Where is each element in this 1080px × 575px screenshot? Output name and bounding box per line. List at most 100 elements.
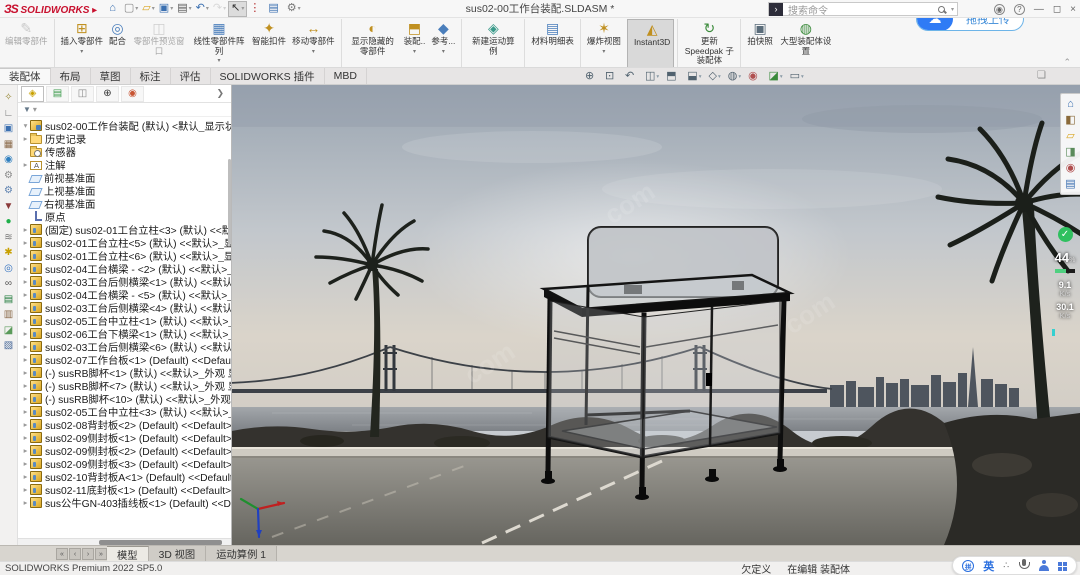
tree-row[interactable]: ▸ sus02-01工台立柱<6> (默认) <<默认>_显示	[18, 249, 231, 262]
expand-arrow-icon[interactable]: ▸	[21, 355, 30, 364]
study-tab[interactable]: 3D 视图	[149, 546, 207, 561]
headsup-tool[interactable]: ⬓ ▾	[687, 71, 701, 82]
ribbon-button[interactable]: ◆ 参考... ▾	[428, 19, 458, 67]
expand-arrow-icon[interactable]: ▸	[21, 251, 30, 260]
expand-arrow-icon[interactable]: ▸	[21, 238, 30, 247]
quick-access-button[interactable]: ⌂ ▾	[107, 1, 122, 17]
quick-access-button[interactable]: ⚙ ▾	[285, 1, 303, 17]
ribbon-button[interactable]: ◐ 显示隐藏的零部件 ▾	[341, 19, 401, 67]
left-strip-icon[interactable]: ▣	[4, 123, 13, 134]
left-strip-icon[interactable]: ✧	[4, 92, 12, 103]
tree-horizontal-scrollbar[interactable]	[18, 538, 231, 545]
expand-arrow-icon[interactable]: ▸	[21, 368, 30, 377]
featuremanager-tab[interactable]: ⊕	[96, 86, 119, 102]
left-strip-icon[interactable]: ◎	[4, 263, 13, 274]
left-strip-icon[interactable]: ∟	[4, 108, 14, 119]
headsup-tool[interactable]: ↶ ▾	[625, 71, 638, 82]
headsup-tool[interactable]: ◉ ▾	[748, 71, 761, 82]
expand-arrow-icon[interactable]: ▸	[21, 433, 30, 442]
tree-root-row[interactable]: ▾ sus02-00工作台装配 (默认) <默认_显示状态-1>	[18, 119, 231, 132]
ribbon-button[interactable]: ◈ 新建运动算例 ▾	[461, 19, 521, 67]
quick-access-button[interactable]: ↖ ▾	[228, 1, 247, 17]
command-tab[interactable]: 布局	[51, 68, 91, 84]
close-button[interactable]: ×	[1070, 4, 1076, 15]
command-tab[interactable]: SOLIDWORKS 插件	[211, 68, 325, 84]
expand-arrow-icon[interactable]: ▸	[21, 303, 30, 312]
tree-row[interactable]: ▸ sus02-04工台横梁 - <5> (默认) <<默认>_显示	[18, 288, 231, 301]
left-strip-icon[interactable]: ▦	[4, 139, 13, 150]
tree-row[interactable]: ▸ sus02-10背封板A<1> (Default) <<Default>	[18, 470, 231, 483]
ribbon-button[interactable]: ▤ 材料明细表 ▾	[524, 19, 577, 67]
grid-keyboard-icon[interactable]	[1058, 562, 1062, 566]
quick-access-button[interactable]: ▢ ▾	[122, 1, 140, 17]
expand-arrow-icon[interactable]: ▸	[21, 290, 30, 299]
featuremanager-tab[interactable]: ◫	[71, 86, 94, 102]
left-strip-icon[interactable]: ▧	[4, 340, 13, 351]
expand-arrow-icon[interactable]: ▾	[21, 121, 30, 130]
tree-row[interactable]: ▸ sus02-04工台横梁 - <2> (默认) <<默认>_显示	[18, 262, 231, 275]
tree-row[interactable]: ▸ sus02-03工台后侧横梁<6> (默认) <<默认>_显	[18, 340, 231, 353]
left-strip-icon[interactable]: ▤	[4, 294, 13, 305]
left-strip-icon[interactable]: ●	[5, 216, 11, 227]
tree-row[interactable]: ▸ (-) susRB脚杯<1> (默认) <<默认>_外观 显示	[18, 366, 231, 379]
ribbon-button[interactable]: ↔ 移动零部件 ▾	[289, 19, 338, 67]
minimize-button[interactable]: —	[1034, 4, 1044, 15]
command-tab[interactable]: 评估	[171, 68, 211, 84]
tree-row[interactable]: ▸ 传感器	[18, 145, 231, 158]
panel-overflow-chevron[interactable]: ❯	[216, 88, 228, 99]
study-tab[interactable]: 模型	[107, 546, 149, 561]
headsup-tool[interactable]: ◇ ▾	[708, 71, 720, 82]
expand-arrow-icon[interactable]: ▸	[21, 225, 30, 234]
expand-arrow-icon[interactable]: ▸	[21, 316, 30, 325]
expand-arrow-icon[interactable]: ▸	[21, 277, 30, 286]
tree-row[interactable]: ▸ sus02-11底封板<1> (Default) <<Default>_F	[18, 483, 231, 496]
left-strip-icon[interactable]: ▥	[4, 309, 13, 320]
tree-row[interactable]: ▸ 原点	[18, 210, 231, 223]
tree-row[interactable]: ▸ sus公牛GN-403插线板<1> (Default) <<Defa	[18, 496, 231, 509]
headsup-tool[interactable]: ⊡ ▾	[605, 71, 618, 82]
ribbon-button[interactable]: ▦ 线性零部件阵列 ▾	[189, 19, 249, 67]
headsup-tool[interactable]: ⊕ ▾	[585, 71, 598, 82]
viewport-scene[interactable]: com com com	[232, 85, 1080, 545]
quick-access-button[interactable]: ▤ ▾	[175, 1, 193, 17]
expand-arrow-icon[interactable]: ▸	[21, 446, 30, 455]
tree-vertical-scrollbar[interactable]	[228, 159, 231, 244]
first-tab-button[interactable]: «	[56, 548, 68, 560]
expand-arrow-icon[interactable]: ▸	[21, 160, 30, 169]
tree-row[interactable]: ▸ sus02-01工台立柱<5> (默认) <<默认>_显示	[18, 236, 231, 249]
quick-access-button[interactable]: ▤ ▾	[266, 1, 284, 17]
command-tab[interactable]: 装配体	[0, 68, 51, 84]
expand-arrow-icon[interactable]: ▸	[21, 381, 30, 390]
expand-arrow-icon[interactable]: ▸	[21, 485, 30, 494]
tree-row[interactable]: ▸ (-) susRB脚杯<10> (默认) <<默认>_外观 显示	[18, 392, 231, 405]
next-tab-button[interactable]: ›	[82, 548, 94, 560]
ribbon-button[interactable]: ✎ 编辑零部件 ▾	[2, 19, 51, 67]
tree-row[interactable]: ▸ sus02-06工台下横梁<1> (默认) <<默认>_显示	[18, 327, 231, 340]
tree-row[interactable]: ▸ (固定) sus02-01工台立柱<3> (默认) <<默认>	[18, 223, 231, 236]
tree-row[interactable]: ▸ 右视基准面	[18, 197, 231, 210]
viewport-window-icon[interactable]: ❏	[1037, 71, 1046, 81]
tree-row[interactable]: ▸ sus02-07工作台板<1> (Default) <<Default>	[18, 353, 231, 366]
graphics-viewport[interactable]: com com com ⌂ ◧ ▱ ◨ ◉	[232, 85, 1080, 545]
headsup-tool[interactable]: ◪ ▾	[768, 71, 782, 82]
prev-tab-button[interactable]: ‹	[69, 548, 81, 560]
ime-menu-dots-icon[interactable]: ∴	[1003, 560, 1009, 571]
command-search[interactable]: › 搜索命令 ▾	[768, 2, 958, 16]
tree-filter-row[interactable]: ▼ ▾	[18, 103, 231, 117]
quick-access-button[interactable]: ▣ ▾	[157, 1, 175, 17]
featuremanager-tab[interactable]: ◉	[121, 86, 144, 102]
last-tab-button[interactable]: »	[95, 548, 107, 560]
search-dropdown-icon[interactable]: ▾	[951, 6, 954, 13]
left-strip-icon[interactable]: ◪	[4, 325, 13, 336]
expand-arrow-icon[interactable]: ▸	[21, 329, 30, 338]
tree-row[interactable]: ▸ sus02-09侧封板<3> (Default) <<Default>_F	[18, 457, 231, 470]
command-tab[interactable]: 标注	[131, 68, 171, 84]
headsup-tool[interactable]: ⬒ ▾	[666, 71, 680, 82]
expand-arrow-icon[interactable]: ▸	[21, 394, 30, 403]
ribbon-button[interactable]: ✦ 智能扣件 ▾	[249, 19, 289, 67]
expand-arrow-icon[interactable]: ▸	[21, 459, 30, 468]
ribbon-button[interactable]: ◭ Instant3D ▾	[627, 19, 674, 67]
tree-row[interactable]: ▸ 注解	[18, 158, 231, 171]
command-tab[interactable]: MBD	[325, 68, 367, 84]
ribbon-button[interactable]: ▣ 拍快照 ▾	[740, 19, 776, 67]
